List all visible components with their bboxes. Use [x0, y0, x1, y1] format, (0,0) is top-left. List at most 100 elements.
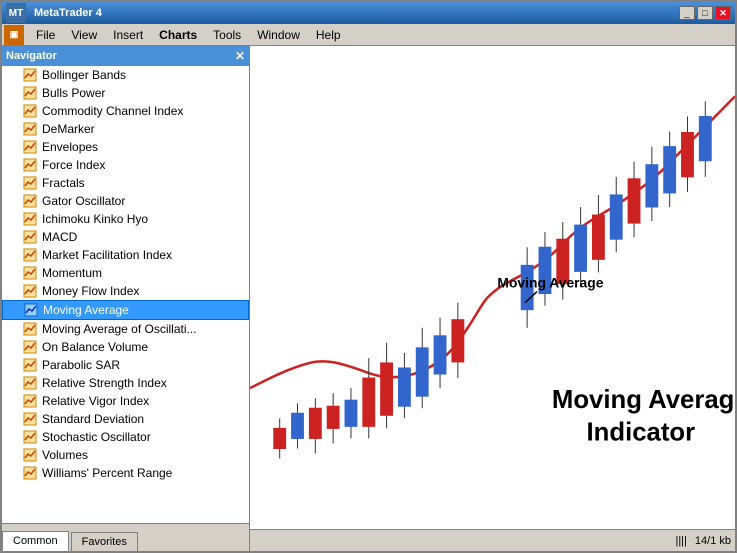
nav-item[interactable]: Money Flow Index [2, 282, 249, 300]
nav-item[interactable]: Relative Vigor Index [2, 392, 249, 410]
nav-item-label: Moving Average [43, 303, 129, 317]
menu-charts[interactable]: Charts [151, 26, 205, 44]
nav-item-label: Parabolic SAR [42, 358, 120, 372]
navigator-close[interactable]: ✕ [235, 49, 245, 63]
menu-help[interactable]: Help [308, 26, 349, 44]
nav-item-label: Relative Strength Index [42, 376, 167, 390]
indicator-icon [22, 266, 38, 280]
navigator-title: Navigator [6, 50, 57, 62]
indicator-icon [22, 158, 38, 172]
indicator-icon [22, 284, 38, 298]
indicator-icon [22, 212, 38, 226]
nav-item[interactable]: DeMarker [2, 120, 249, 138]
minimize-button[interactable]: _ [679, 6, 695, 20]
nav-item[interactable]: Commodity Channel Index [2, 102, 249, 120]
nav-item-label: Force Index [42, 158, 105, 172]
nav-item[interactable]: Parabolic SAR [2, 356, 249, 374]
nav-item-label: Gator Oscillator [42, 194, 125, 208]
main-content: Navigator ✕ Bollinger Bands Bulls Power … [2, 46, 735, 551]
nav-item-label: On Balance Volume [42, 340, 148, 354]
nav-item-label: Momentum [42, 266, 102, 280]
nav-item-label: Ichimoku Kinko Hyo [42, 212, 148, 226]
nav-list[interactable]: Bollinger Bands Bulls Power Commodity Ch… [2, 66, 249, 523]
indicator-icon [22, 376, 38, 390]
nav-item-label: Fractals [42, 176, 85, 190]
nav-item-label: Commodity Channel Index [42, 104, 183, 118]
nav-tabs: Common Favorites [2, 523, 249, 551]
tab-favorites[interactable]: Favorites [71, 532, 138, 551]
nav-item[interactable]: Bulls Power [2, 84, 249, 102]
window-frame: MT MetaTrader 4 _ □ ✕ ▣ File View Insert… [0, 0, 737, 553]
indicator-icon [22, 358, 38, 372]
indicator-icon [22, 68, 38, 82]
menu-tools[interactable]: Tools [205, 26, 249, 44]
status-bar: |||| 14/1 kb [250, 529, 735, 551]
indicator-icon [22, 322, 38, 336]
indicator-icon [22, 122, 38, 136]
nav-item-label: MACD [42, 230, 77, 244]
nav-item[interactable]: MACD [2, 228, 249, 246]
indicator-icon [22, 248, 38, 262]
nav-item-label: Standard Deviation [42, 412, 144, 426]
nav-item[interactable]: Volumes [2, 446, 249, 464]
indicator-icon [22, 448, 38, 462]
nav-item[interactable]: Stochastic Oscillator [2, 428, 249, 446]
title-bar-left: MT MetaTrader 4 [6, 3, 102, 23]
navigator-panel: Navigator ✕ Bollinger Bands Bulls Power … [2, 46, 250, 551]
nav-item[interactable]: On Balance Volume [2, 338, 249, 356]
indicator-icon [22, 412, 38, 426]
title-bar-controls: _ □ ✕ [679, 6, 731, 20]
menu-insert[interactable]: Insert [105, 26, 151, 44]
menu-window[interactable]: Window [249, 26, 308, 44]
indicator-icon [22, 104, 38, 118]
chart-canvas: Moving Average Moving Average Indicator [250, 46, 735, 529]
navigator-header: Navigator ✕ [2, 46, 249, 66]
close-button[interactable]: ✕ [715, 6, 731, 20]
nav-item[interactable]: Bollinger Bands [2, 66, 249, 84]
chart-area: Moving Average Moving Average Indicator … [250, 46, 735, 551]
indicator-icon [22, 140, 38, 154]
nav-item[interactable]: Force Index [2, 156, 249, 174]
nav-item-label: Volumes [42, 448, 88, 462]
menu-app-icon: ▣ [4, 25, 24, 45]
nav-item[interactable]: Moving Average of Oscillati... [2, 320, 249, 338]
chart-svg: Moving Average Moving Average Indicator [250, 46, 735, 529]
nav-item[interactable]: Momentum [2, 264, 249, 282]
nav-item[interactable]: Williams' Percent Range [2, 464, 249, 482]
nav-item[interactable]: Ichimoku Kinko Hyo [2, 210, 249, 228]
window-title: MetaTrader 4 [34, 7, 102, 19]
maximize-button[interactable]: □ [697, 6, 713, 20]
svg-text:Indicator: Indicator [587, 418, 696, 446]
indicator-icon [22, 86, 38, 100]
nav-item-label: Moving Average of Oscillati... [42, 322, 197, 336]
nav-item-label: Envelopes [42, 140, 98, 154]
title-bar: MT MetaTrader 4 _ □ ✕ [2, 2, 735, 24]
indicator-icon [22, 194, 38, 208]
nav-item[interactable]: Relative Strength Index [2, 374, 249, 392]
nav-item[interactable]: Moving Average [2, 300, 249, 320]
svg-text:Moving Average: Moving Average [552, 386, 735, 414]
nav-item[interactable]: Fractals [2, 174, 249, 192]
nav-item-label: Bollinger Bands [42, 68, 126, 82]
nav-item[interactable]: Market Facilitation Index [2, 246, 249, 264]
nav-item-label: DeMarker [42, 122, 95, 136]
nav-item-label: Stochastic Oscillator [42, 430, 151, 444]
indicator-icon [22, 394, 38, 408]
nav-item[interactable]: Standard Deviation [2, 410, 249, 428]
menu-view[interactable]: View [63, 26, 105, 44]
indicator-icon [22, 340, 38, 354]
bars-icon: |||| [675, 535, 686, 547]
nav-item-label: Market Facilitation Index [42, 248, 172, 262]
menu-file[interactable]: File [28, 26, 63, 44]
indicator-icon [22, 466, 38, 480]
indicator-icon [22, 176, 38, 190]
nav-item-label: Bulls Power [42, 86, 105, 100]
nav-item-label: Relative Vigor Index [42, 394, 149, 408]
nav-item[interactable]: Envelopes [2, 138, 249, 156]
tab-common[interactable]: Common [2, 531, 69, 551]
indicator-icon [22, 230, 38, 244]
indicator-icon [23, 303, 39, 317]
size-info: 14/1 kb [695, 535, 731, 547]
nav-item[interactable]: Gator Oscillator [2, 192, 249, 210]
app-icon: MT [6, 3, 26, 23]
